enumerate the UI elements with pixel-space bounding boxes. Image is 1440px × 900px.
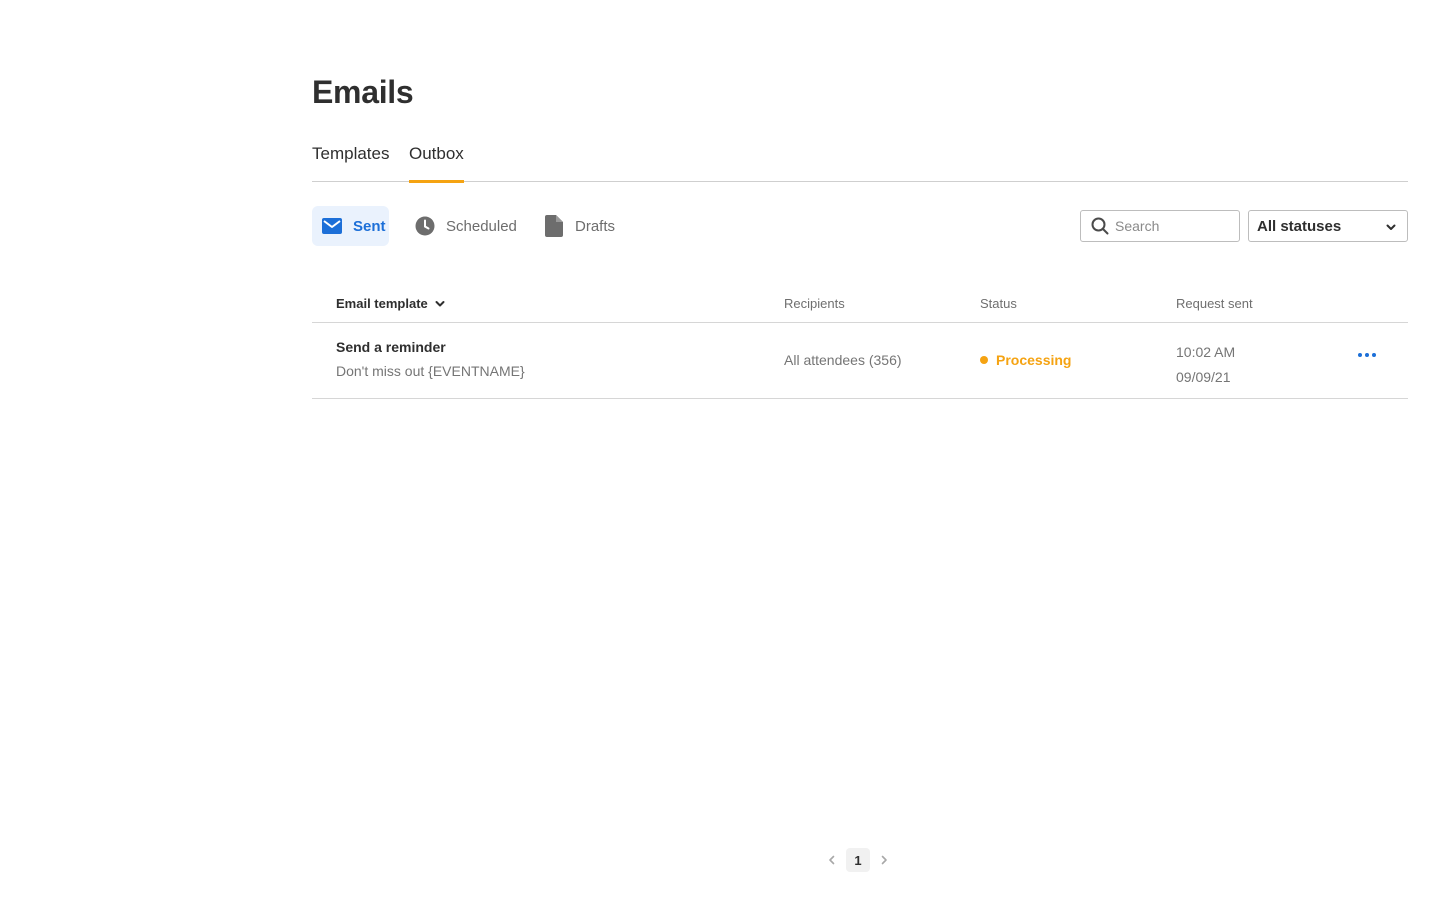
document-icon	[543, 215, 565, 237]
envelope-icon	[321, 215, 343, 237]
subtab-drafts-label: Drafts	[575, 217, 616, 235]
clock-icon	[414, 215, 436, 237]
subtab-scheduled-label: Scheduled	[446, 217, 517, 235]
page-title: Emails	[312, 74, 414, 110]
search-box[interactable]	[1080, 210, 1240, 242]
next-page-icon[interactable]	[876, 848, 892, 872]
search-icon	[1091, 217, 1109, 235]
status-label: Processing	[996, 352, 1072, 368]
table-header: Email template Recipients Status Request…	[312, 286, 1408, 323]
pagination: 1	[824, 848, 892, 872]
tab-bar: Templates Outbox	[312, 132, 1408, 183]
subtab-scheduled[interactable]: Scheduled	[414, 206, 517, 246]
status-dot-icon	[980, 356, 988, 364]
column-recipients: Recipients	[784, 296, 845, 311]
outbox-table: Email template Recipients Status Request…	[312, 286, 1408, 399]
template-title: Send a reminder	[336, 339, 446, 355]
sort-chevron-icon	[435, 299, 445, 309]
recipients-cell: All attendees (356)	[784, 352, 902, 368]
subtab-sent[interactable]: Sent	[312, 206, 389, 246]
more-options-icon[interactable]	[1358, 353, 1376, 357]
request-sent-time: 10:02 AM	[1176, 344, 1236, 360]
email-template-cell: Send a reminder Don't miss out {EVENTNAM…	[336, 339, 525, 379]
tab-outbox[interactable]: Outbox	[409, 144, 464, 183]
chevron-down-icon	[1385, 220, 1397, 237]
emails-page: Emails Templates Outbox Sent Scheduled D…	[0, 0, 1440, 900]
subtab-drafts[interactable]: Drafts	[543, 206, 615, 246]
column-email-template[interactable]: Email template	[336, 296, 445, 311]
column-email-template-label: Email template	[336, 296, 428, 311]
table-row[interactable]: Send a reminder Don't miss out {EVENTNAM…	[312, 323, 1408, 399]
status-filter-select[interactable]: All statuses	[1248, 210, 1408, 242]
search-input[interactable]	[1115, 218, 1225, 234]
column-status: Status	[980, 296, 1017, 311]
subtab-sent-label: Sent	[353, 217, 386, 235]
status-badge: Processing	[980, 352, 1071, 368]
page-number-button[interactable]: 1	[846, 848, 870, 872]
template-subject: Don't miss out {EVENTNAME}	[336, 363, 525, 379]
request-sent-cell: 10:02 AM 09/09/21	[1176, 340, 1235, 390]
column-request-sent: Request sent	[1176, 296, 1253, 311]
request-sent-date: 09/09/21	[1176, 369, 1231, 385]
tab-templates[interactable]: Templates	[312, 144, 389, 182]
previous-page-icon[interactable]	[824, 848, 840, 872]
status-filter-value: All statuses	[1257, 217, 1342, 235]
